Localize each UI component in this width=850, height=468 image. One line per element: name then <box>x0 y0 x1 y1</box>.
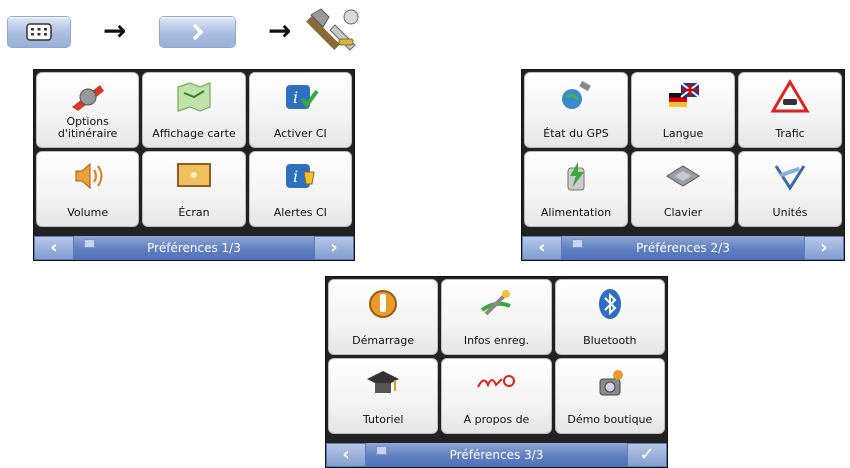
panel-footer: ‹ Préférences 3/3 ✓ <box>326 443 667 467</box>
tile-label: Unités <box>772 206 808 219</box>
gps-status-icon <box>562 80 591 109</box>
main-menu-button[interactable] <box>8 17 70 47</box>
mio-logo-icon <box>477 375 516 388</box>
next-page-button[interactable]: › <box>804 236 844 260</box>
tile-label: Bluetooth <box>583 334 637 347</box>
tile-screen[interactable]: Écran <box>142 151 246 227</box>
tile-label: État du GPS <box>543 127 609 140</box>
tile-activate-poi[interactable]: i Activer CI <box>248 72 352 148</box>
preferences-panel-2: État du GPS Langue Trafic Alimentation C… <box>521 69 845 261</box>
tile-label: Tutoriel <box>362 413 404 426</box>
tile-label: Options d'itinéraire <box>57 115 118 140</box>
tile-keyboard[interactable]: Clavier <box>631 151 735 227</box>
svg-text:i: i <box>293 167 298 186</box>
tile-label: Affichage carte <box>152 127 236 140</box>
tile-label: Infos enreg. <box>463 334 530 347</box>
tile-gps-status[interactable]: État du GPS <box>524 72 628 148</box>
tile-store-demo[interactable]: Démo boutique <box>554 358 665 434</box>
tile-route-options[interactable]: Options d'itinéraire <box>36 72 140 148</box>
next-button[interactable] <box>160 17 235 47</box>
preferences-panel-1: Options d'itinéraire Affichage carte i A… <box>33 69 355 261</box>
tile-language[interactable]: Langue <box>631 72 735 148</box>
chevron-right-icon <box>192 23 204 41</box>
language-icon <box>669 82 700 107</box>
keyboard-grid-icon <box>26 23 52 41</box>
next-page-button[interactable]: › <box>314 236 354 260</box>
poi-alerts-icon: i <box>286 164 315 188</box>
page-title: Préférences 3/3 <box>449 448 544 462</box>
tile-label: Langue <box>662 127 704 140</box>
confirm-button[interactable]: ✓ <box>627 443 667 467</box>
tile-tutorial[interactable]: Tutoriel <box>328 358 439 434</box>
tile-label: Clavier <box>663 206 703 219</box>
bluetooth-icon <box>598 289 621 319</box>
tile-label: Activer CI <box>273 127 327 140</box>
page-title: Préférences 2/3 <box>636 241 730 255</box>
tile-volume[interactable]: Volume <box>36 151 140 227</box>
store-demo-icon <box>599 370 623 396</box>
tile-label: Alimentation <box>540 206 612 219</box>
sequence-arrow: → <box>103 14 127 47</box>
tile-power[interactable]: Alimentation <box>524 151 628 227</box>
tile-startup[interactable]: Démarrage <box>328 279 439 355</box>
startup-icon <box>369 290 398 318</box>
volume-icon <box>75 162 103 190</box>
tile-label: Alertes CI <box>273 206 327 219</box>
tile-map-display[interactable]: Affichage carte <box>142 72 246 148</box>
svg-text:i: i <box>293 88 298 107</box>
screen-icon <box>176 163 211 187</box>
tile-units[interactable]: Unités <box>738 151 842 227</box>
saved-info-icon <box>481 290 512 316</box>
panel-footer: ‹ Préférences 2/3 › <box>522 236 844 260</box>
tile-traffic[interactable]: Trafic <box>738 72 842 148</box>
tile-bluetooth[interactable]: Bluetooth <box>554 279 665 355</box>
map-display-icon <box>177 82 211 112</box>
tile-label: Démarrage <box>352 334 415 347</box>
activate-poi-icon: i <box>286 85 319 109</box>
panel-footer: ‹ Préférences 1/3 › <box>34 236 354 260</box>
tile-poi-alerts[interactable]: i Alertes CI <box>248 151 352 227</box>
tile-saved-info[interactable]: Infos enreg. <box>441 279 552 355</box>
tile-label: Trafic <box>775 127 805 140</box>
tile-label: A propos de <box>463 413 530 426</box>
keyboard-icon <box>666 165 700 187</box>
preferences-panel-3: Démarrage Infos enreg. Bluetooth Tutorie… <box>325 276 668 468</box>
units-icon <box>774 165 806 191</box>
tile-label: Écran <box>178 206 210 219</box>
settings-tools-icon[interactable] <box>305 5 367 55</box>
tutorial-icon <box>367 371 400 393</box>
traffic-icon <box>770 79 810 113</box>
tile-label: Volume <box>67 206 109 219</box>
route-options-icon <box>71 85 104 111</box>
sequence-arrow: → <box>268 14 292 47</box>
power-icon <box>567 162 585 191</box>
page-title: Préférences 1/3 <box>147 241 241 255</box>
tile-label: Démo boutique <box>567 413 653 426</box>
tile-about[interactable]: A propos de <box>441 358 552 434</box>
